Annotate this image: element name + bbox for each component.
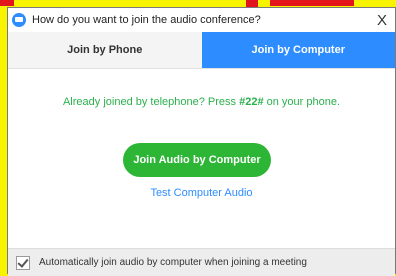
audio-conference-dialog: How do you want to join the audio confer… (7, 7, 396, 276)
red-mark-2 (246, 0, 258, 7)
auto-join-checkbox[interactable] (16, 255, 30, 270)
join-tabs: Join by Phone Join by Computer (8, 32, 395, 69)
info-prefix: Already joined by telephone? Press (62, 96, 240, 108)
test-computer-audio-link[interactable]: Test Computer Audio (8, 187, 395, 199)
check-icon (17, 255, 29, 268)
red-mark-3 (270, 0, 354, 6)
close-button[interactable]: X (371, 9, 393, 31)
red-mark-1 (0, 0, 14, 6)
already-joined-info: Already joined by telephone? Press #22# … (8, 96, 395, 108)
phone-code: #22# (239, 96, 264, 108)
computer-audio-panel: Already joined by telephone? Press #22# … (8, 68, 395, 248)
tab-join-by-computer[interactable]: Join by Computer (201, 32, 395, 68)
join-audio-by-computer-button[interactable]: Join Audio by Computer (123, 143, 271, 177)
zoom-camera-icon (12, 13, 26, 27)
window-title: How do you want to join the audio confer… (32, 14, 261, 26)
tab-join-by-phone[interactable]: Join by Phone (8, 32, 202, 68)
yellow-background: How do you want to join the audio confer… (0, 0, 396, 276)
auto-join-label: Automatically join audio by computer whe… (39, 257, 307, 268)
footer-bar: Automatically join audio by computer whe… (8, 248, 395, 276)
title-bar: How do you want to join the audio confer… (8, 8, 395, 32)
info-suffix: on your phone. (263, 96, 341, 108)
